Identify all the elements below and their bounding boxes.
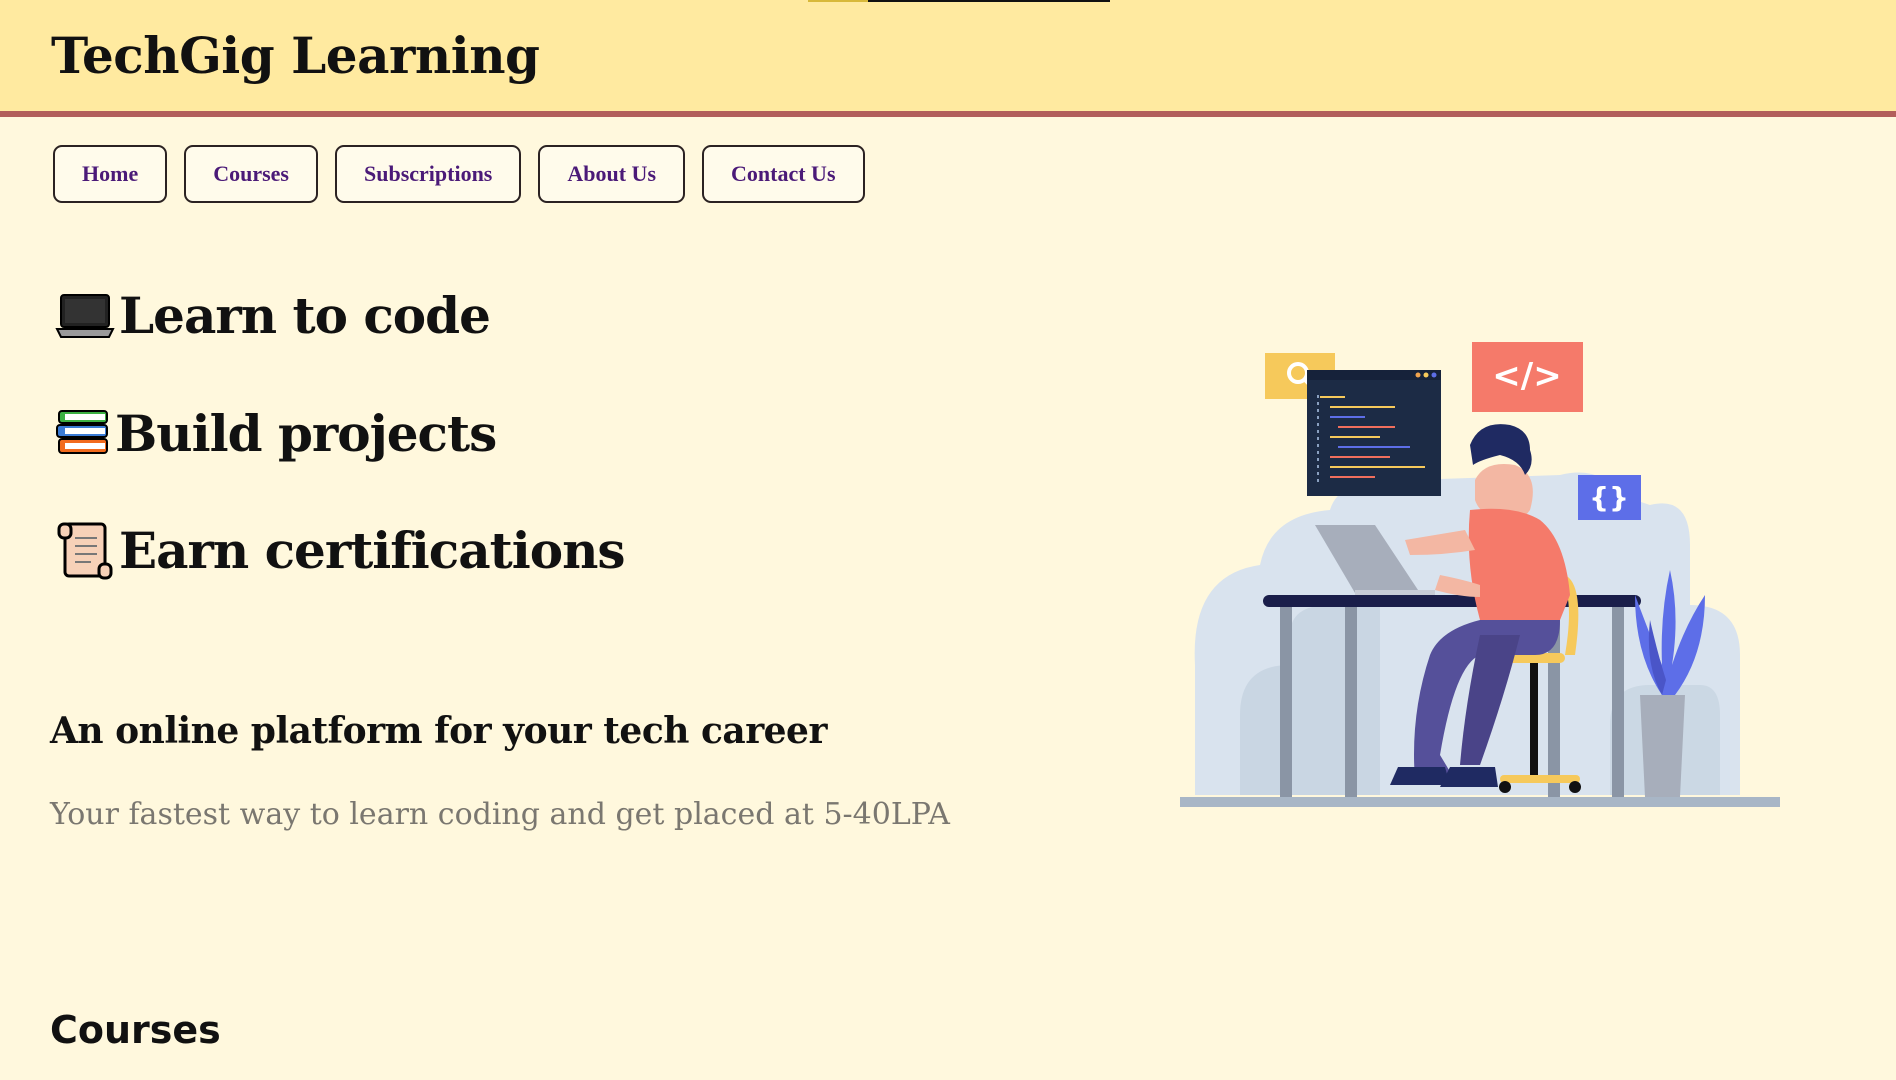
books-icon — [55, 403, 111, 463]
nav-contact-us-button[interactable]: Contact Us — [702, 145, 865, 203]
courses-section-title: Courses — [50, 1008, 221, 1052]
code-badge-label: </> — [1492, 356, 1561, 396]
nav-courses-button[interactable]: Courses — [184, 145, 318, 203]
brand-title[interactable]: TechGig Learning — [51, 26, 540, 85]
main-nav: Home Courses Subscriptions About Us Cont… — [53, 145, 865, 203]
feature-label: Learn to code — [119, 285, 491, 345]
site-header: TechGig Learning — [0, 0, 1896, 117]
nav-about-us-button[interactable]: About Us — [538, 145, 686, 203]
nav-home-button[interactable]: Home — [53, 145, 168, 203]
hero-subtext: Your fastest way to learn coding and get… — [50, 797, 950, 832]
feature-learn-to-code: Learn to code — [55, 285, 491, 345]
feature-label: Earn certifications — [119, 520, 626, 580]
header-top-accent — [808, 0, 868, 2]
developer-illustration: </> {} — [1180, 335, 1780, 815]
nav-subscriptions-button[interactable]: Subscriptions — [334, 145, 522, 203]
scroll-icon — [55, 520, 115, 580]
hero-tagline: An online platform for your tech career — [50, 710, 827, 752]
feature-earn-certifications: Earn certifications — [55, 520, 626, 580]
braces-badge-label: {} — [1589, 481, 1629, 514]
laptop-icon — [55, 285, 115, 345]
header-top-line — [868, 0, 1110, 2]
feature-build-projects: Build projects — [55, 403, 497, 463]
feature-label: Build projects — [115, 403, 497, 463]
